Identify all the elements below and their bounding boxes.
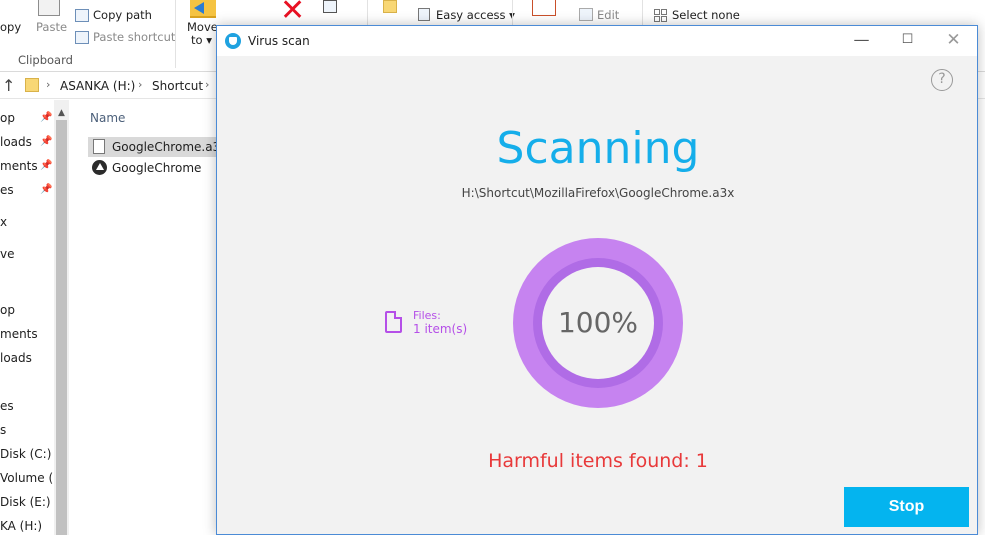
pin-icon[interactable]: 📌 [40, 112, 52, 123]
progress-percent: 100% [557, 306, 639, 339]
edit-button[interactable]: Edit [597, 8, 619, 22]
copy-path-icon [75, 9, 89, 22]
edit-icon [579, 8, 593, 21]
column-header-name[interactable]: Name [90, 111, 125, 125]
paste-shortcut-icon [75, 31, 89, 44]
breadcrumb-shortcut[interactable]: Shortcut [152, 79, 203, 93]
nav-item[interactable]: KA (H:) [0, 519, 42, 533]
nav-item[interactable]: s [0, 423, 6, 437]
application-icon [92, 160, 107, 175]
nav-item[interactable]: op [0, 303, 15, 317]
nav-item[interactable]: loads [0, 351, 32, 365]
folder-icon [25, 78, 39, 92]
shield-icon [225, 33, 241, 49]
select-none-button[interactable]: Select none [672, 8, 740, 22]
breadcrumb-chevron-icon[interactable]: › [138, 78, 142, 91]
select-none-icon [654, 16, 660, 22]
files-count: 1 item(s) [413, 322, 468, 336]
paste-button[interactable]: Paste [36, 20, 67, 34]
breadcrumb-chevron-icon[interactable]: › [205, 78, 209, 91]
move-to-icon [190, 0, 216, 18]
select-none-icon [661, 9, 667, 15]
window-title: Virus scan [248, 34, 310, 48]
file-icon [93, 139, 105, 154]
nav-scrollbar-thumb[interactable] [56, 120, 67, 535]
ribbon-divider [175, 0, 176, 68]
breadcrumb-chevron-icon[interactable]: › [46, 78, 50, 91]
paste-icon [38, 0, 60, 16]
scan-heading: Scanning [496, 123, 700, 174]
file-name: GoogleChrome [112, 161, 202, 175]
scan-path: H:\Shortcut\MozillaFirefox\GoogleChrome.… [461, 186, 735, 200]
pin-icon[interactable]: 📌 [40, 184, 52, 195]
help-icon[interactable]: ? [931, 69, 953, 91]
title-bar[interactable]: Virus scan — ☐ ✕ [217, 26, 977, 56]
file-name: GoogleChrome.a3x [112, 140, 228, 154]
document-icon [385, 311, 402, 333]
select-none-icon [654, 9, 660, 15]
copy-button[interactable]: opy [0, 20, 21, 34]
pin-icon[interactable]: 📌 [40, 136, 52, 147]
progress-ring: 100% [513, 238, 683, 408]
rename-icon[interactable] [323, 0, 337, 13]
nav-item[interactable]: x [0, 215, 7, 229]
move-to-button[interactable]: Move [187, 20, 218, 34]
clipboard-group-label: Clipboard [18, 53, 73, 67]
new-folder-icon[interactable] [383, 0, 397, 13]
nav-item[interactable]: op [0, 111, 15, 125]
nav-item[interactable]: es [0, 399, 14, 413]
paste-shortcut-button[interactable]: Paste shortcut [93, 30, 175, 44]
file-row[interactable]: GoogleChrome.a3x [88, 137, 227, 157]
nav-item[interactable]: ments [0, 159, 38, 173]
breadcrumb-drive[interactable]: ASANKA (H:) [60, 79, 135, 93]
virus-scan-window: Virus scan — ☐ ✕ ? Scanning H:\Shortcut\… [216, 25, 978, 535]
nav-item[interactable]: es [0, 183, 14, 197]
easy-access-icon [418, 8, 430, 21]
copy-path-button[interactable]: Copy path [93, 8, 152, 22]
select-none-icon [661, 16, 667, 22]
up-arrow-icon[interactable]: ↑ [2, 76, 15, 95]
properties-icon[interactable] [532, 0, 556, 16]
delete-icon[interactable]: ✕ [280, 0, 305, 26]
scroll-up-icon[interactable]: ▲ [58, 108, 65, 118]
nav-item[interactable]: loads [0, 135, 32, 149]
minimize-button[interactable]: — [839, 26, 884, 56]
close-button[interactable]: ✕ [931, 26, 976, 56]
files-label: Files: [413, 309, 441, 322]
nav-item[interactable]: ments [0, 327, 38, 341]
stop-button[interactable]: Stop [844, 487, 969, 527]
harmful-items-status: Harmful items found: 1 [488, 450, 708, 472]
nav-item[interactable]: Disk (C:) [0, 447, 51, 461]
nav-item[interactable]: Disk (E:) [0, 495, 51, 509]
file-row[interactable]: GoogleChrome [88, 158, 220, 178]
move-to-dropdown[interactable]: to ▾ [191, 33, 212, 47]
pin-icon[interactable]: 📌 [40, 160, 52, 171]
maximize-button[interactable]: ☐ [885, 26, 930, 56]
nav-item[interactable]: ve [0, 247, 14, 261]
easy-access-button[interactable]: Easy access ▾ [436, 8, 515, 22]
